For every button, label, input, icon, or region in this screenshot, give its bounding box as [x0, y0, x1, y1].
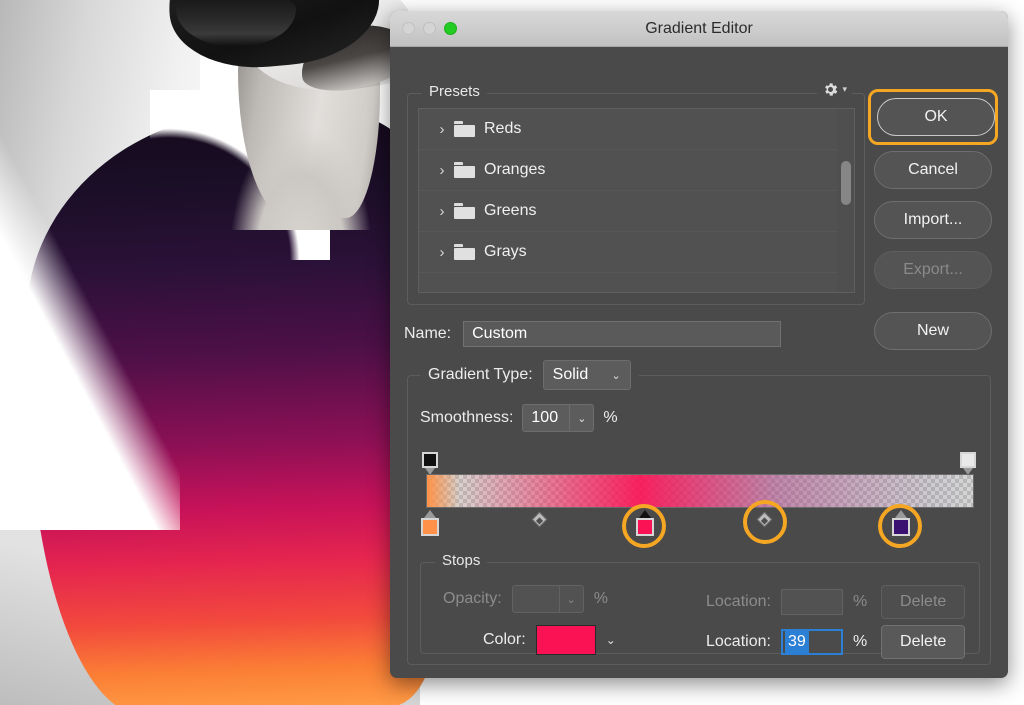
new-button[interactable]: New: [874, 312, 992, 350]
ok-button[interactable]: OK: [877, 98, 995, 136]
opacity-location-label: Location:: [706, 593, 771, 611]
preset-item-greens[interactable]: › Greens: [419, 191, 854, 232]
presets-label: Presets: [422, 83, 487, 100]
preset-item-oranges[interactable]: › Oranges: [419, 150, 854, 191]
gradient-type-value: Solid: [553, 366, 589, 384]
presets-list[interactable]: › Reds › Oranges › Greens: [418, 108, 855, 293]
color-location-value: 39: [785, 631, 809, 653]
midpoint-2[interactable]: [757, 512, 773, 528]
color-stop-swatch: [421, 518, 439, 536]
opacity-stop-row: Opacity: ⌄ %: [443, 585, 608, 613]
opacity-delete-button: Delete: [881, 585, 965, 619]
name-input[interactable]: Custom: [463, 321, 781, 347]
ok-button-highlight-annotation: OK: [868, 89, 998, 145]
gradient-preview-bar[interactable]: [426, 474, 974, 508]
gear-icon: [822, 81, 839, 98]
presets-scrollbar[interactable]: [837, 109, 854, 292]
stops-label: Stops: [435, 552, 487, 569]
preset-label: Greens: [484, 202, 536, 220]
midpoint-1[interactable]: [532, 512, 548, 528]
presets-group: Presets ▾ › Reds: [407, 93, 865, 305]
opacity-stop-swatch: [422, 452, 438, 468]
opacity-stepper: ⌄: [512, 585, 584, 613]
color-location-row: Location: 39 % Delete: [706, 625, 965, 659]
smoothness-stepper[interactable]: 100 ⌄: [522, 404, 594, 432]
chevron-right-icon[interactable]: ›: [435, 244, 449, 261]
color-label: Color:: [483, 631, 526, 649]
chevron-down-icon: ▾: [842, 85, 847, 94]
color-stop-purple[interactable]: [892, 510, 910, 536]
folder-icon: [454, 162, 475, 178]
smoothness-percent-label: %: [603, 409, 617, 427]
opacity-location-row: Location: % Delete: [706, 585, 965, 619]
color-swatch-button[interactable]: [536, 625, 596, 655]
chevron-right-icon[interactable]: ›: [435, 162, 449, 179]
gradient-settings-group: Gradient Type: Solid ⌄ Smoothness: 100 ⌄…: [407, 375, 991, 665]
dialog-title: Gradient Editor: [390, 20, 1008, 38]
folder-icon: [454, 121, 475, 137]
import-button[interactable]: Import...: [874, 201, 992, 239]
chevron-down-icon: ⌄: [559, 586, 583, 612]
gradient-editor-dialog: Gradient Editor Presets ▾ ›: [390, 11, 1008, 678]
preset-item-grays[interactable]: › Grays: [419, 232, 854, 273]
cancel-button[interactable]: Cancel: [874, 151, 992, 189]
opacity-percent-label: %: [594, 590, 608, 608]
chevron-right-icon[interactable]: ›: [435, 203, 449, 220]
smoothness-label: Smoothness:: [420, 409, 513, 427]
smoothness-value[interactable]: 100: [523, 405, 569, 431]
color-stop-orange[interactable]: [421, 510, 439, 536]
chevron-right-icon[interactable]: ›: [435, 121, 449, 138]
gradient-type-select[interactable]: Solid ⌄: [543, 360, 631, 390]
color-stop-swatch: [636, 518, 654, 536]
color-location-label: Location:: [706, 633, 771, 651]
color-stop-row: Color: ⌄: [483, 625, 616, 655]
color-stop-pink[interactable]: [636, 510, 654, 536]
gradient-type-row: Gradient Type: Solid ⌄: [420, 360, 639, 390]
presets-menu-button[interactable]: ▾: [817, 81, 852, 98]
opacity-location-input: [781, 589, 843, 615]
name-label: Name:: [404, 325, 451, 343]
opacity-value: [513, 586, 559, 612]
preset-label: Grays: [484, 243, 527, 261]
presets-scrollbar-thumb[interactable]: [841, 161, 851, 205]
chevron-down-icon: ⌄: [611, 369, 620, 382]
color-delete-button[interactable]: Delete: [881, 625, 965, 659]
stops-group: Stops Opacity: ⌄ % Location: %: [420, 562, 980, 654]
dialog-body: Presets ▾ › Reds: [390, 47, 1008, 678]
opacity-stop-right[interactable]: [960, 452, 976, 474]
opacity-location-percent-label: %: [853, 593, 867, 611]
chevron-down-icon[interactable]: ⌄: [606, 633, 616, 647]
folder-icon: [454, 244, 475, 260]
screen: Gradient Editor Presets ▾ ›: [0, 0, 1024, 705]
stop-pointer-icon: [424, 510, 436, 518]
folder-icon: [454, 203, 475, 219]
export-button: Export...: [874, 251, 992, 289]
color-location-input[interactable]: 39: [781, 629, 843, 655]
preset-label: Reds: [484, 120, 521, 138]
opacity-label: Opacity:: [443, 590, 502, 608]
opacity-stop-left[interactable]: [422, 452, 438, 474]
preset-label: Oranges: [484, 161, 545, 179]
stop-pointer-icon-selected: [639, 510, 651, 518]
dialog-buttons: OK Cancel Import... Export... New: [874, 95, 992, 362]
color-stop-swatch: [892, 518, 910, 536]
gradient-type-label: Gradient Type:: [428, 366, 533, 384]
stop-pointer-icon: [895, 510, 907, 518]
photo-collarbone-shade: [232, 110, 382, 230]
dialog-titlebar: Gradient Editor: [390, 11, 1008, 47]
smoothness-row: Smoothness: 100 ⌄ %: [420, 404, 618, 432]
preset-item-reds[interactable]: › Reds: [419, 109, 854, 150]
opacity-stop-swatch: [960, 452, 976, 468]
chevron-down-icon[interactable]: ⌄: [569, 405, 593, 431]
name-row: Name: Custom: [404, 321, 781, 347]
color-location-percent-label: %: [853, 633, 867, 651]
gradient-bar-area: [418, 448, 982, 558]
